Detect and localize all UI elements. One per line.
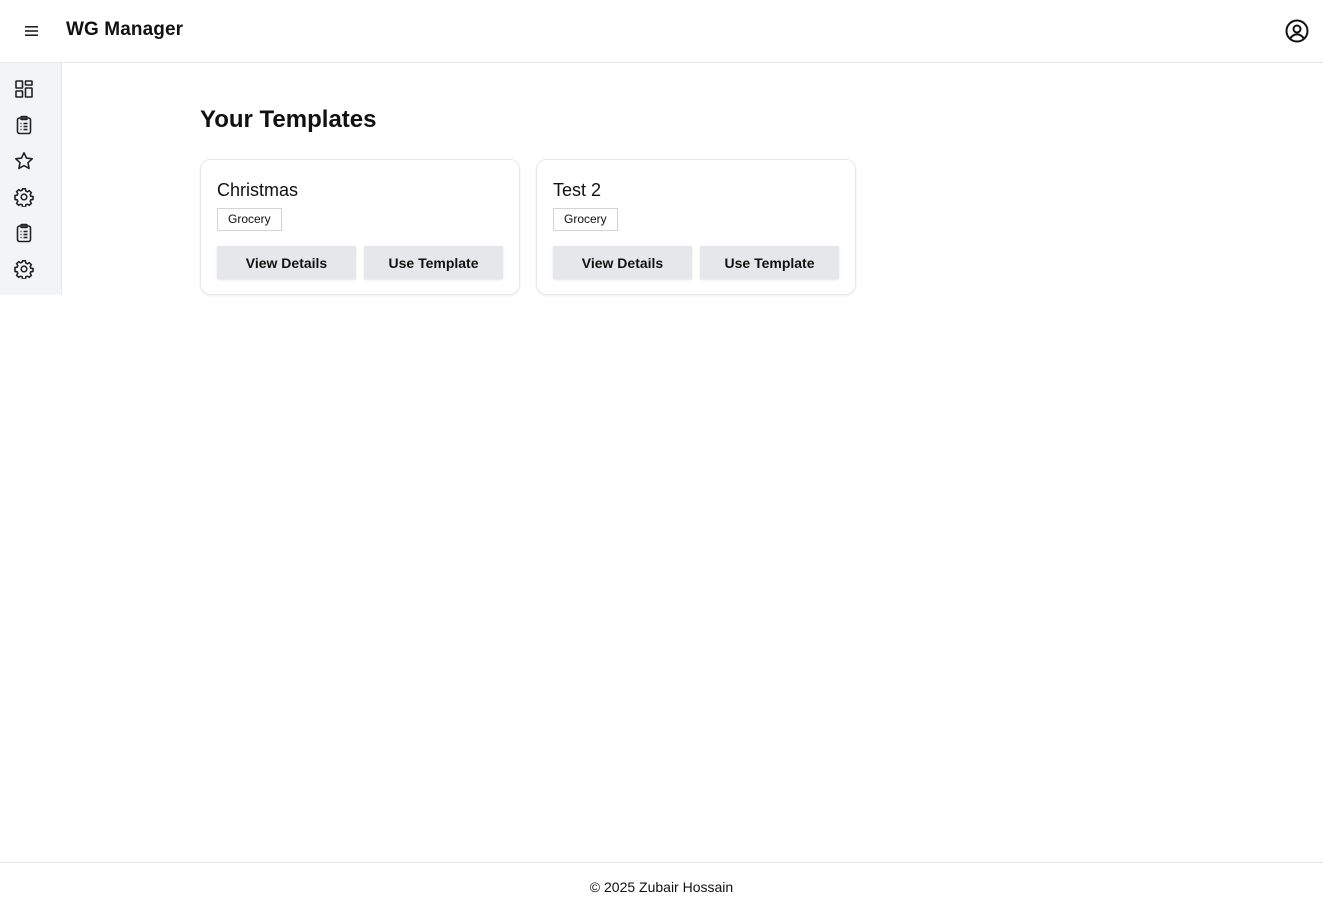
sidebar-item-dashboard[interactable] [12, 77, 36, 101]
copyright-text: © 2025 Zubair Hossain [589, 879, 734, 895]
user-circle-icon[interactable] [1283, 17, 1311, 45]
template-card: Test 2 Grocery View Details Use Template [536, 159, 856, 295]
template-tag: Grocery [553, 208, 618, 231]
use-template-button[interactable]: Use Template [364, 246, 503, 279]
page-title: Your Templates [200, 106, 377, 133]
gear-icon [14, 188, 34, 207]
app-header: WG Manager [0, 0, 1323, 63]
use-template-button[interactable]: Use Template [700, 246, 839, 279]
sidebar-item-favorites[interactable] [12, 149, 36, 173]
view-details-button[interactable]: View Details [217, 246, 356, 279]
star-icon [15, 152, 33, 170]
hamburger-menu-icon[interactable] [20, 20, 44, 42]
view-details-button[interactable]: View Details [553, 246, 692, 279]
app-title[interactable]: WG Manager [66, 19, 183, 41]
gear-icon [14, 260, 34, 279]
dashboard-grid-icon [15, 80, 33, 98]
template-name: Test 2 [553, 180, 602, 200]
sidebar-item-templates[interactable] [12, 221, 36, 245]
sidebar-item-lists[interactable] [12, 113, 36, 137]
sidebar-item-settings-2[interactable] [12, 257, 36, 281]
template-name: Christmas [217, 180, 299, 200]
sidebar-item-settings[interactable] [12, 185, 36, 209]
clipboard-list-icon [16, 115, 32, 135]
template-card: Christmas Grocery View Details Use Templ… [200, 159, 520, 295]
footer: © 2025 Zubair Hossain [0, 862, 1323, 907]
clipboard-list-icon [16, 223, 32, 243]
sidebar [0, 63, 62, 295]
template-tag: Grocery [217, 208, 282, 231]
